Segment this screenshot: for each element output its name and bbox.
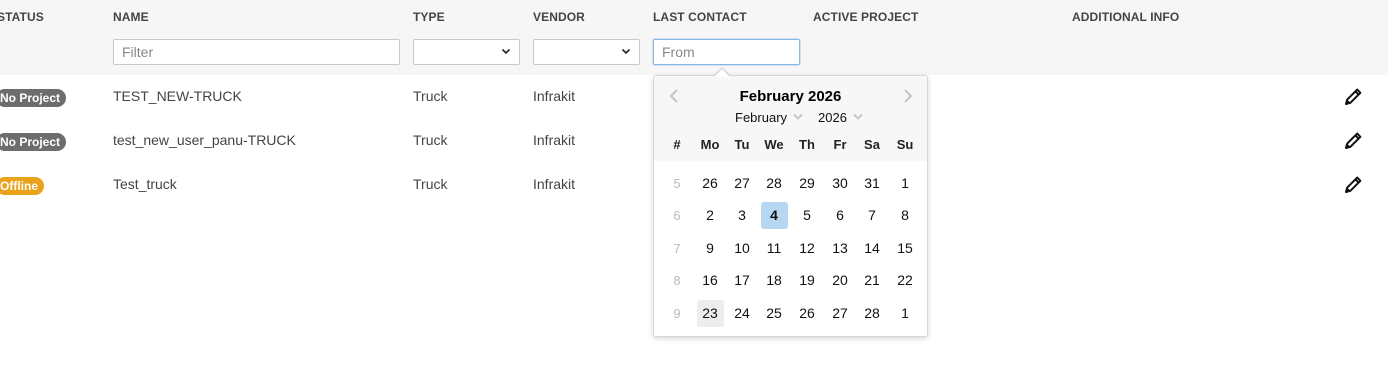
datepicker: February 2026 February 2026 # Mo Tu We Th Fr S…: [653, 75, 928, 337]
calendar-day[interactable]: 21: [859, 267, 886, 294]
calendar-day[interactable]: 13: [827, 235, 854, 262]
month-select-value: February: [735, 110, 788, 125]
calendar-day[interactable]: 5: [794, 202, 821, 229]
calendar-day[interactable]: 3: [729, 202, 756, 229]
vendor-cell: Infrakit: [533, 132, 576, 148]
calendar-day[interactable]: 26: [697, 170, 724, 197]
name-cell: Test_truck: [113, 176, 177, 192]
weekday-header: Tu: [734, 137, 750, 152]
year-select-value: 2026: [818, 110, 847, 125]
header-active-project[interactable]: ACTIVE PROJECT: [813, 10, 918, 24]
type-cell: Truck: [413, 88, 448, 104]
calendar-day[interactable]: 11: [761, 235, 788, 262]
weekday-header: #: [673, 137, 681, 152]
status-badge: Offline: [0, 177, 44, 195]
name-filter-input[interactable]: [113, 39, 400, 65]
week-number: 8: [673, 273, 681, 288]
calendar-day[interactable]: 2: [697, 202, 724, 229]
calendar-day[interactable]: 9: [697, 235, 724, 262]
calendar-day[interactable]: 30: [827, 170, 854, 197]
last-contact-from-input[interactable]: [653, 39, 800, 65]
status-badge: No Project: [0, 133, 67, 151]
header-additional-info[interactable]: ADDITIONAL INFO: [1072, 10, 1179, 24]
pencil-icon[interactable]: [1342, 174, 1364, 196]
calendar-day[interactable]: 20: [827, 267, 854, 294]
calendar-day[interactable]: 7: [859, 202, 886, 229]
calendar-day[interactable]: 23: [696, 300, 724, 327]
calendar-day[interactable]: 28: [761, 170, 788, 197]
calendar-day[interactable]: 15: [892, 235, 919, 262]
calendar-day[interactable]: 22: [892, 267, 919, 294]
chevron-down-icon: [501, 48, 511, 55]
week-number: 7: [673, 241, 681, 256]
calendar-day[interactable]: 19: [794, 267, 821, 294]
vendor-cell: Infrakit: [533, 88, 576, 104]
calendar-day[interactable]: 16: [697, 267, 724, 294]
week-number: 5: [673, 176, 681, 191]
chevron-down-icon: [853, 113, 863, 120]
type-cell: Truck: [413, 132, 448, 148]
weekday-header: Th: [799, 137, 815, 152]
header-vendor[interactable]: VENDOR: [533, 10, 585, 24]
calendar-day[interactable]: 24: [729, 300, 756, 327]
year-select[interactable]: 2026: [818, 110, 863, 125]
datepicker-arrow-inner: [714, 68, 730, 77]
chevron-down-icon: [793, 113, 803, 120]
calendar-day[interactable]: 14: [859, 235, 886, 262]
pencil-icon[interactable]: [1342, 130, 1364, 152]
weekday-header: Fr: [833, 137, 847, 152]
week-number: 9: [673, 306, 681, 321]
status-badge: No Project: [0, 89, 67, 107]
calendar-day[interactable]: 29: [794, 170, 821, 197]
header-last-contact[interactable]: LAST CONTACT: [653, 10, 747, 24]
pencil-icon[interactable]: [1342, 86, 1364, 108]
vendor-cell: Infrakit: [533, 176, 576, 192]
calendar-day[interactable]: 10: [729, 235, 756, 262]
header-status[interactable]: STATUS: [0, 10, 44, 24]
calendar-day[interactable]: 8: [892, 202, 919, 229]
header-name[interactable]: NAME: [113, 10, 149, 24]
weekday-header: Sa: [864, 137, 880, 152]
calendar-day[interactable]: 18: [761, 267, 788, 294]
name-cell: TEST_NEW-TRUCK: [113, 88, 242, 104]
header-type[interactable]: TYPE: [413, 10, 445, 24]
weekday-header: Mo: [700, 137, 720, 152]
vendor-filter-select[interactable]: [533, 39, 640, 65]
calendar-day[interactable]: 6: [827, 202, 854, 229]
calendar-day[interactable]: 31: [859, 170, 886, 197]
type-cell: Truck: [413, 176, 448, 192]
calendar-day[interactable]: 12: [794, 235, 821, 262]
weekday-header: Su: [896, 137, 914, 152]
calendar-day[interactable]: 27: [729, 170, 756, 197]
month-select[interactable]: February: [735, 110, 803, 125]
type-filter-select[interactable]: [413, 39, 520, 65]
datepicker-title: February 2026: [739, 88, 842, 105]
week-number: 6: [673, 208, 681, 223]
calendar-day[interactable]: 1: [892, 170, 919, 197]
calendar-day[interactable]: 1: [892, 300, 919, 327]
calendar-day[interactable]: 26: [794, 300, 821, 327]
calendar-day[interactable]: 4: [760, 202, 788, 229]
chevron-down-icon: [621, 48, 631, 55]
calendar-day[interactable]: 25: [761, 300, 788, 327]
weekday-header: We: [764, 137, 784, 152]
name-cell: test_new_user_panu-TRUCK: [113, 132, 296, 148]
calendar-day[interactable]: 27: [827, 300, 854, 327]
calendar-day[interactable]: 17: [729, 267, 756, 294]
calendar-day[interactable]: 28: [859, 300, 886, 327]
